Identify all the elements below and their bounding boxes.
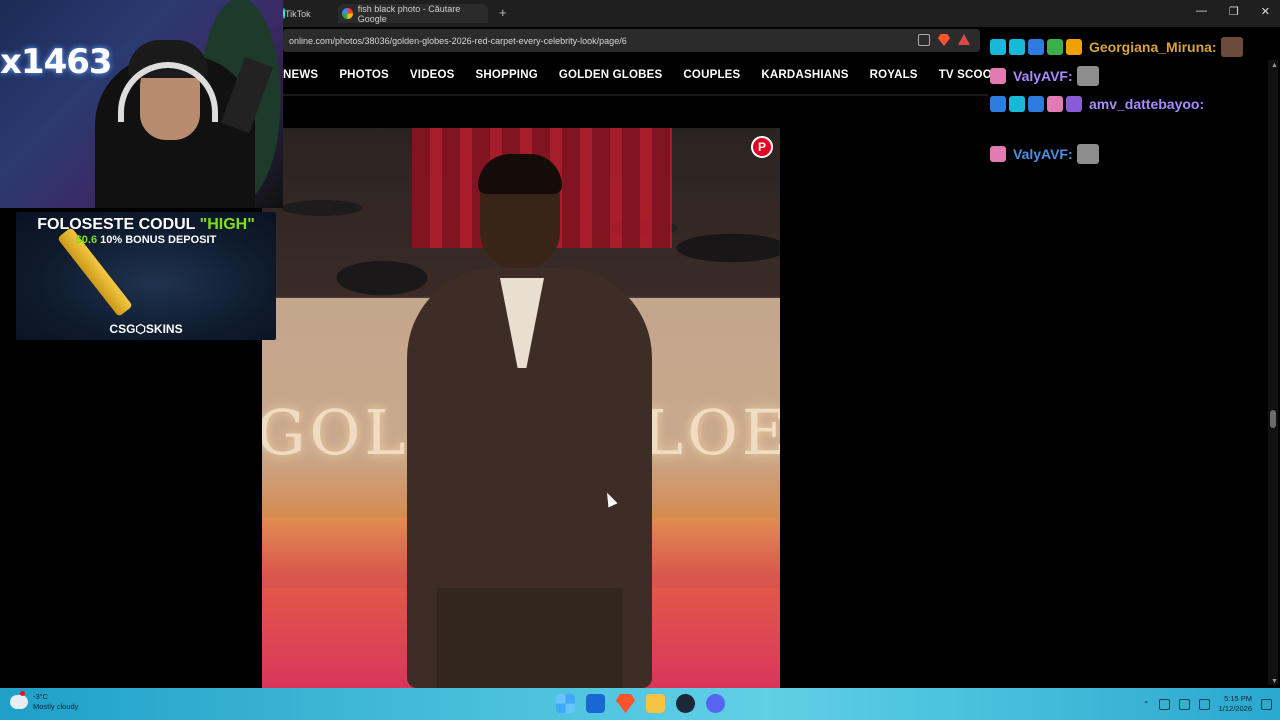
backdrop-text-right: LOE bbox=[642, 396, 780, 469]
tab-google-search[interactable]: fish black photo - Căutare Google bbox=[338, 3, 488, 24]
display-icon[interactable] bbox=[1158, 698, 1170, 710]
moderator-badge-icon bbox=[990, 96, 1006, 112]
webcam-neon-text: x1463 bbox=[0, 42, 113, 82]
webcam-overlay: x1463 bbox=[0, 0, 283, 208]
close-button[interactable]: ✕ bbox=[1261, 5, 1270, 18]
photo-person-hair bbox=[478, 154, 562, 194]
weather-text: -3°C Mostly cloudy bbox=[33, 692, 78, 712]
pinterest-save-button[interactable]: P bbox=[751, 136, 773, 158]
chat-username: Georgiana_Miruna: bbox=[1089, 39, 1217, 55]
new-tab-button[interactable]: + bbox=[499, 5, 507, 20]
screen: TikTok fish black photo - Căutare Google… bbox=[0, 0, 1280, 720]
address-bar[interactable]: online.com/photos/38036/golden-globes-20… bbox=[283, 29, 980, 52]
scrollbar-thumb[interactable] bbox=[1270, 410, 1276, 428]
windows-start-icon[interactable] bbox=[556, 694, 575, 713]
cloud-icon bbox=[10, 691, 28, 709]
nav-kardashians[interactable]: KARDASHIANS bbox=[761, 69, 848, 81]
chat-username: ValyAVF: bbox=[1013, 146, 1073, 162]
share-icon[interactable] bbox=[918, 34, 930, 46]
steam-icon[interactable] bbox=[676, 694, 695, 713]
nav-news[interactable]: NEWS bbox=[283, 69, 318, 81]
page-scrollbar[interactable] bbox=[1268, 60, 1278, 685]
chat-message: Georgiana_Miruna: bbox=[990, 36, 1243, 58]
gift-badge-icon bbox=[1047, 96, 1063, 112]
emote-icon bbox=[1076, 66, 1099, 86]
nav-photos[interactable]: PHOTOS bbox=[339, 69, 389, 81]
url-text[interactable]: online.com/photos/38036/golden-globes-20… bbox=[283, 36, 627, 46]
system-tray: ⌃ 5:15 PM 1/12/2026 bbox=[1143, 694, 1272, 714]
weather-description: Mostly cloudy bbox=[33, 702, 79, 711]
tab-tiktok-label: TikTok bbox=[285, 8, 311, 19]
brave-rewards-icon[interactable] bbox=[958, 34, 970, 45]
restore-button[interactable]: ❐ bbox=[1229, 5, 1239, 18]
task-view-icon[interactable] bbox=[586, 694, 605, 713]
pinterest-icon: P bbox=[757, 140, 766, 154]
nav-royals[interactable]: ROYALS bbox=[870, 69, 918, 81]
chat-overlay: Georgiana_Miruna: ValyAVF: amv_dattebayo… bbox=[990, 0, 1280, 200]
vip-badge-icon bbox=[990, 68, 1006, 84]
sub-gifter-badge-icon bbox=[1066, 96, 1082, 112]
promo-code: "HIGH" bbox=[199, 216, 255, 233]
promo-brand: CSG⬡SKINS bbox=[109, 322, 183, 336]
notification-icon[interactable] bbox=[1261, 698, 1272, 710]
emote-icon bbox=[1076, 144, 1099, 164]
chevron-up-icon[interactable]: ⌃ bbox=[1143, 700, 1150, 709]
clock-date: 1/12/2026 bbox=[1218, 704, 1252, 713]
promo-bonus-text: 10% BONUS DEPOSIT bbox=[97, 234, 217, 246]
nav-divider bbox=[283, 94, 988, 96]
promo-headline-text: FOLOSESTE CODUL bbox=[37, 216, 200, 233]
scroll-down-arrow-icon[interactable]: ▼ bbox=[1271, 678, 1278, 685]
window-controls: — ❐ ✕ bbox=[1196, 5, 1280, 18]
file-explorer-icon[interactable] bbox=[646, 694, 665, 713]
chat-username: ValyAVF: bbox=[1013, 68, 1073, 84]
site-navigation: NEWS PHOTOS VIDEOS SHOPPING GOLDEN GLOBE… bbox=[283, 60, 1000, 90]
vip-badge-icon bbox=[990, 146, 1006, 162]
clock-time: 5:15 PM bbox=[1224, 694, 1252, 703]
nav-videos[interactable]: VIDEOS bbox=[410, 69, 455, 81]
discord-icon[interactable] bbox=[706, 694, 725, 713]
scroll-up-arrow-icon[interactable]: ▲ bbox=[1271, 62, 1278, 69]
promo-amount: $0.6 bbox=[75, 234, 98, 246]
weather-widget[interactable]: -3°C Mostly cloudy bbox=[10, 691, 78, 712]
windows-taskbar: -3°C Mostly cloudy ⌃ 5:15 PM 1/12/2026 bbox=[0, 688, 1280, 720]
volume-icon[interactable] bbox=[1178, 698, 1190, 710]
chat-message: ValyAVF: bbox=[990, 143, 1099, 165]
promo-headline: FOLOSESTE CODUL "HIGH" bbox=[16, 216, 276, 234]
promo-bonus: $0.6 10% BONUS DEPOSIT bbox=[16, 234, 276, 246]
prime-badge-icon bbox=[1066, 39, 1082, 55]
backdrop-text-left: GOL bbox=[262, 396, 410, 469]
nav-golden-globes[interactable]: GOLDEN GLOBES bbox=[559, 69, 663, 81]
chat-message: ValyAVF: bbox=[990, 65, 1099, 87]
photo-person-pants bbox=[437, 588, 622, 688]
chat-message: amv_dattebayoo: bbox=[990, 93, 1204, 115]
promo-banner: FOLOSESTE CODUL "HIGH" $0.6 10% BONUS DE… bbox=[16, 212, 276, 340]
taskbar-apps bbox=[556, 694, 725, 713]
network-icon[interactable] bbox=[1198, 698, 1210, 710]
address-bar-icons bbox=[918, 34, 970, 46]
gift-badge-icon bbox=[1047, 39, 1063, 55]
red-carpet-photo[interactable]: GOL LOE bbox=[262, 128, 780, 688]
subscriber-badge-icon bbox=[1009, 96, 1025, 112]
minimize-button[interactable]: — bbox=[1196, 5, 1207, 18]
bot-badge-icon bbox=[1028, 39, 1044, 55]
brave-shields-icon[interactable] bbox=[938, 34, 950, 46]
brave-browser-icon[interactable] bbox=[616, 694, 635, 713]
tab-tiktok[interactable]: TikTok bbox=[283, 4, 311, 23]
weather-temperature: -3°C bbox=[33, 692, 49, 701]
nav-couples[interactable]: COUPLES bbox=[683, 69, 740, 81]
nav-shopping[interactable]: SHOPPING bbox=[476, 69, 538, 81]
emote-icon bbox=[1220, 37, 1243, 57]
system-clock[interactable]: 5:15 PM 1/12/2026 bbox=[1219, 694, 1252, 714]
bot-badge-icon bbox=[1028, 96, 1044, 112]
moderator-badge-icon bbox=[990, 39, 1006, 55]
google-icon bbox=[342, 8, 353, 19]
subscriber-badge-icon bbox=[1009, 39, 1025, 55]
chat-username: amv_dattebayoo: bbox=[1089, 96, 1205, 112]
tab-google-label: fish black photo - Căutare Google bbox=[357, 3, 461, 24]
